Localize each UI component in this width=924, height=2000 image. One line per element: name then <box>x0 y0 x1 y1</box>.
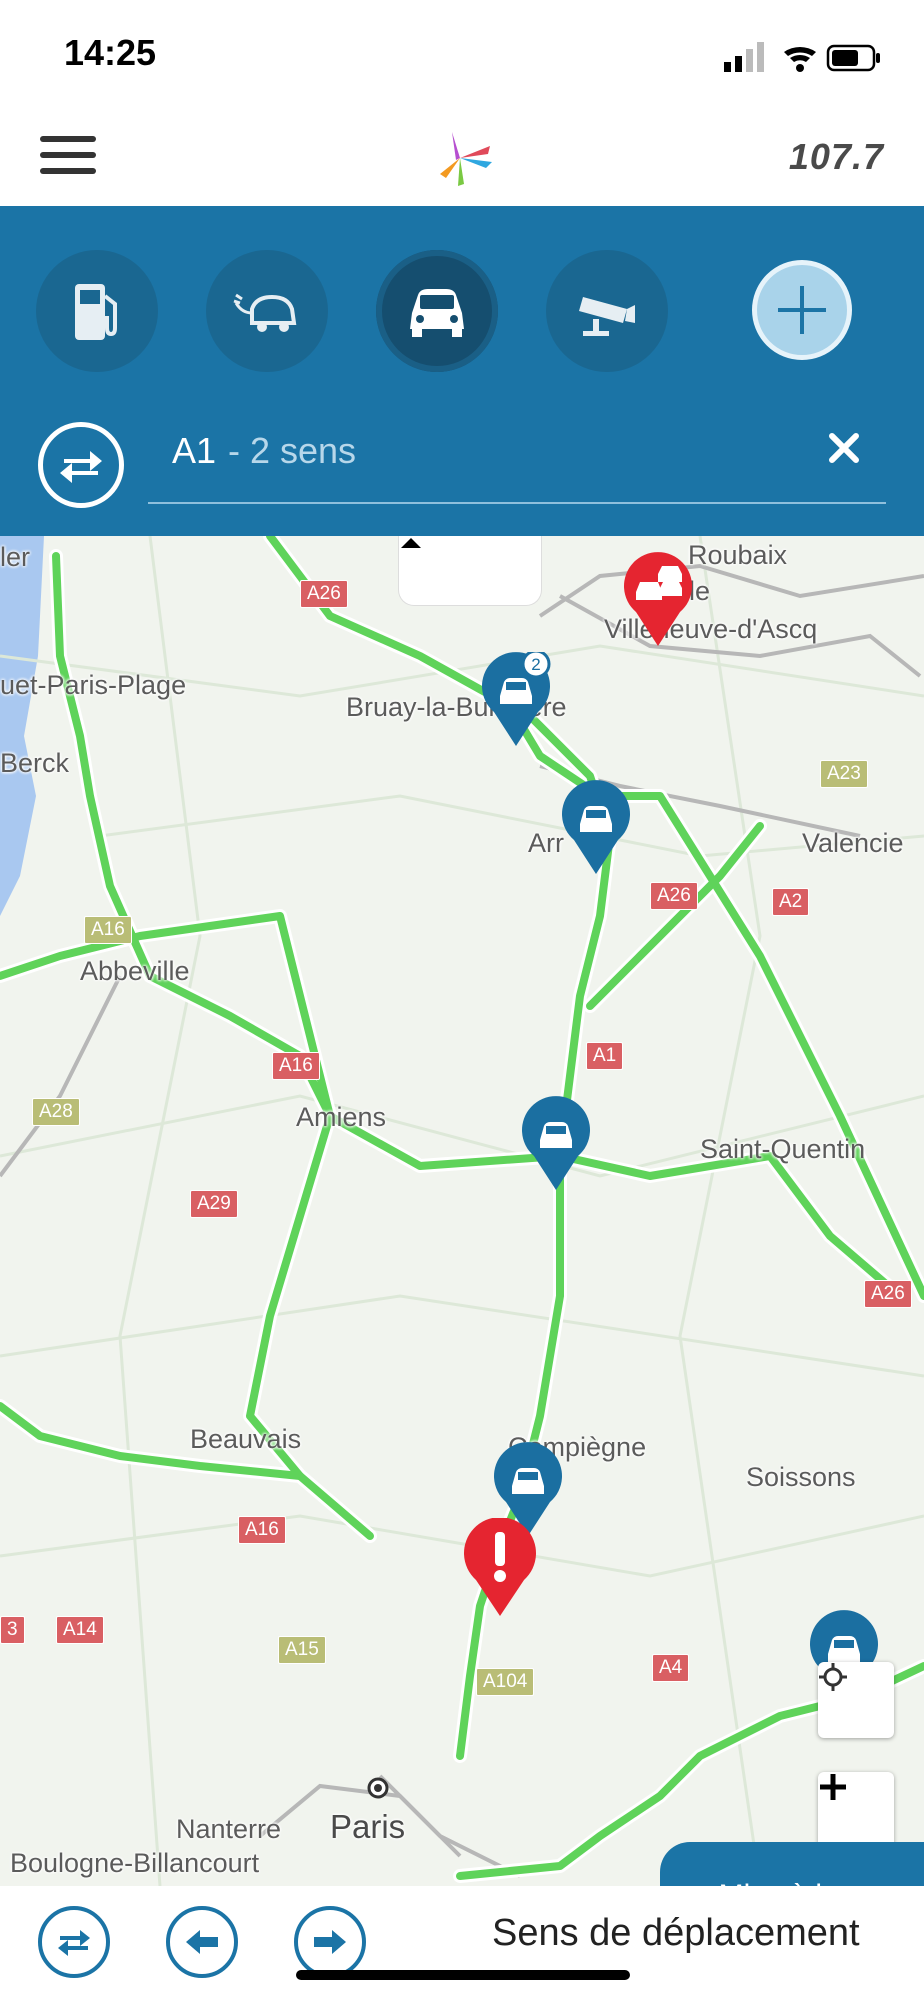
road-shield: 3 <box>0 1616 25 1644</box>
cellular-signal-icon <box>724 42 764 72</box>
zoom-in-button[interactable] <box>818 1772 894 1848</box>
plus-icon <box>778 286 826 334</box>
route-road: A1 <box>172 430 217 471</box>
road-shield: A16 <box>84 916 132 944</box>
status-icons <box>724 40 884 76</box>
app-header: 107.7 <box>0 110 924 206</box>
swap-direction-nav-button[interactable] <box>38 1906 110 1978</box>
hamburger-line <box>40 152 96 158</box>
road-shield: A4 <box>652 1654 690 1682</box>
city-label: uet-Paris-Plage <box>0 670 187 700</box>
pin-badge-count: 2 <box>531 655 540 674</box>
road-shield: A104 <box>476 1668 535 1696</box>
menu-button[interactable] <box>40 136 96 180</box>
city-label: Valencie <box>802 828 904 858</box>
next-button[interactable] <box>294 1906 366 1978</box>
status-bar: 14:25 <box>0 0 924 110</box>
road-shield: A2 <box>772 888 810 916</box>
alert-pin[interactable] <box>460 1518 540 1618</box>
road-shield: A15 <box>278 1636 326 1664</box>
arrow-left-icon <box>186 1930 218 1954</box>
direction-label: Sens de déplacement <box>492 1912 860 1954</box>
road-shield: A29 <box>190 1190 238 1218</box>
arrow-right-icon <box>314 1930 346 1954</box>
city-label: Soissons <box>746 1462 856 1492</box>
hamburger-line <box>40 168 96 174</box>
locate-me-button[interactable] <box>818 1662 894 1738</box>
traffic-pin[interactable] <box>558 780 634 876</box>
filter-fuel-button[interactable] <box>36 250 158 372</box>
city-label: Berck <box>0 748 70 778</box>
electric-car-icon <box>233 293 297 332</box>
wifi-icon <box>784 46 816 72</box>
road-shield: A26 <box>650 882 698 910</box>
city-label: Boulogne-Billancourt <box>10 1848 260 1878</box>
filter-camera-button[interactable] <box>546 250 668 372</box>
route-search-field[interactable]: A1 - 2 sens <box>148 404 886 504</box>
radio-frequency: 107.7 <box>788 136 884 177</box>
fuel-pump-icon <box>75 284 117 340</box>
traffic-jam-pin[interactable] <box>618 552 698 648</box>
city-label: Roubaix <box>688 540 788 570</box>
filter-traffic-button[interactable] <box>376 250 498 372</box>
battery-icon <box>826 44 880 72</box>
filter-panel: A1 - 2 sens <box>0 206 924 536</box>
road-shield: A1 <box>586 1042 624 1070</box>
filter-electric-button[interactable] <box>206 250 328 372</box>
road-shield: A16 <box>272 1052 320 1080</box>
city-label: Beauvais <box>190 1424 302 1454</box>
traffic-pin[interactable]: 2 <box>478 652 554 748</box>
chevron-up-icon <box>401 538 421 548</box>
city-label: Saint-Quentin <box>700 1134 866 1164</box>
bottom-bar: Sens de déplacement <box>0 1886 924 2000</box>
map-roads <box>0 536 924 1886</box>
close-icon[interactable] <box>824 428 864 468</box>
app-logo <box>430 128 494 188</box>
road-shield: A14 <box>56 1616 104 1644</box>
home-indicator <box>296 1970 630 1980</box>
previous-button[interactable] <box>166 1906 238 1978</box>
swap-arrows-icon <box>58 1930 90 1956</box>
crosshair-icon <box>819 1663 847 1691</box>
road-shield: A28 <box>32 1098 80 1126</box>
road-shield: A26 <box>864 1280 912 1308</box>
city-label: Amiens <box>296 1102 387 1132</box>
plus-icon <box>820 1774 846 1800</box>
status-time: 14:25 <box>64 32 157 73</box>
swap-direction-button[interactable] <box>38 422 124 508</box>
hamburger-icon <box>40 136 96 142</box>
road-shield: A26 <box>300 580 348 608</box>
collapse-panel-button[interactable] <box>398 536 542 606</box>
traffic-map[interactable]: Roubaix Lille Villeneuve-d'Ascq uet-Pari… <box>0 536 924 1886</box>
camera-icon <box>579 297 635 336</box>
city-label-paris: Paris <box>330 1808 406 1845</box>
road-shield: A16 <box>238 1516 286 1544</box>
city-label: Nanterre <box>176 1814 282 1844</box>
city-label: Abbeville <box>80 956 190 986</box>
add-filter-button[interactable] <box>752 260 852 360</box>
road-shield: A23 <box>820 760 868 788</box>
swap-arrows-icon <box>60 451 102 483</box>
route-direction: - 2 sens <box>228 430 357 471</box>
city-label: ler <box>0 542 31 572</box>
traffic-pin[interactable] <box>518 1096 594 1192</box>
car-icon <box>410 289 464 337</box>
